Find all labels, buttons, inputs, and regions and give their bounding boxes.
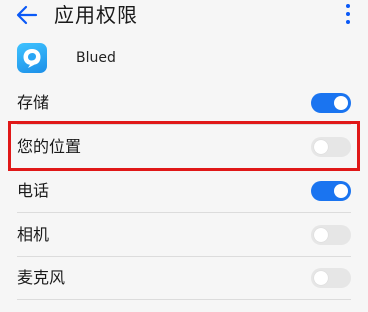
more-vertical-icon[interactable]	[342, 3, 354, 25]
microphone-toggle[interactable]	[311, 268, 351, 288]
permission-row-camera[interactable]: 相机	[0, 213, 368, 257]
toggle-knob	[334, 184, 348, 198]
app-info-row: Blued	[0, 36, 368, 82]
app-name: Blued	[76, 50, 116, 66]
permission-row-phone[interactable]: 电话	[0, 169, 368, 213]
permission-label: 存储	[17, 93, 50, 112]
back-arrow-icon[interactable]	[14, 2, 40, 28]
toggle-knob	[314, 271, 328, 285]
header: 应用权限	[0, 0, 368, 36]
permission-label: 相机	[17, 225, 50, 244]
permission-label: 您的位置	[17, 137, 82, 156]
app-permissions-screen: 应用权限 Blued 存储 您的位置 电话 相机 麦克风	[0, 0, 368, 312]
permission-row-microphone[interactable]: 麦克风	[0, 256, 368, 300]
permission-label: 电话	[17, 181, 50, 200]
toggle-knob	[334, 96, 348, 110]
camera-toggle[interactable]	[311, 225, 351, 245]
phone-toggle[interactable]	[311, 181, 351, 201]
storage-toggle[interactable]	[311, 93, 351, 113]
divider	[17, 299, 351, 300]
location-toggle[interactable]	[311, 137, 351, 157]
permission-row-location[interactable]: 您的位置	[0, 125, 368, 169]
permission-row-storage[interactable]: 存储	[0, 81, 368, 125]
page-title: 应用权限	[54, 3, 138, 27]
permission-label: 麦克风	[17, 268, 66, 287]
toggle-knob	[314, 140, 328, 154]
toggle-knob	[314, 228, 328, 242]
blued-app-icon	[17, 43, 47, 73]
